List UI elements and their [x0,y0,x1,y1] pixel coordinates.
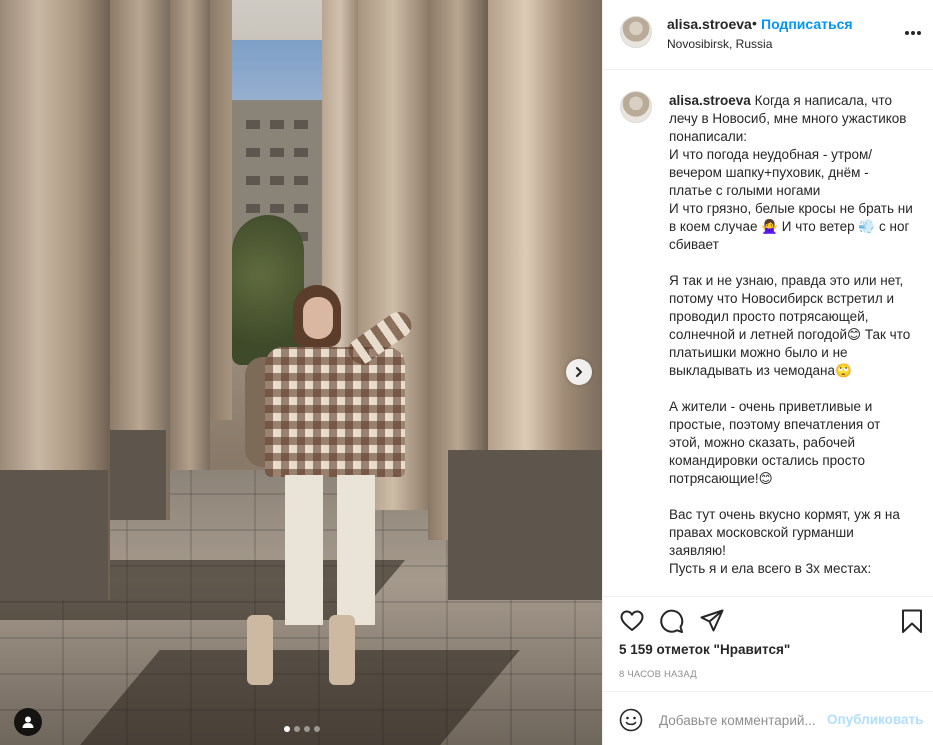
paper-plane-icon[interactable] [699,608,725,634]
column [210,0,232,420]
heart-icon[interactable] [619,608,645,634]
post-side-panel: alisa.stroeva • Подписаться Novosibirsk,… [602,0,933,745]
caption-paragraph: И что погода неудобная - утром/вечером ш… [669,147,873,198]
publish-button[interactable]: Опубликовать [827,712,923,727]
action-bar [603,600,933,640]
tagged-users-button[interactable] [14,708,42,736]
caption-text: alisa.stroeva Когда я написала, что лечу… [669,92,913,578]
carousel-dot [304,726,310,732]
avatar[interactable] [620,91,652,123]
next-photo-button[interactable] [566,359,592,385]
separator-dot: • [752,15,757,31]
caption-paragraph: А жители - очень приветливые и простые, … [669,399,881,486]
avatar[interactable] [620,16,652,48]
caption-paragraph: Пусть я и ела всего в 3х местах: [669,561,872,576]
caption-section: alisa.stroeva Когда я написала, что лечу… [603,70,933,597]
caption-paragraph: И что грязно, белые кросы не брать ни в … [669,201,913,252]
carousel-dot [294,726,300,732]
caption-paragraph: Вас тут очень вкусно кормят, уж я на пра… [669,507,900,558]
author-username[interactable]: alisa.stroeva [667,16,752,32]
column-base [110,430,166,520]
post-photo[interactable] [0,0,602,745]
more-options-button[interactable] [903,24,923,42]
post-timestamp[interactable]: 8 ЧАСОВ НАЗАД [619,669,697,680]
chevron-right-icon [576,367,582,377]
more-horizontal-icon [905,31,909,35]
caption-paragraph: Я так и не узнаю, правда это или нет, по… [669,273,911,378]
smiley-icon[interactable] [619,708,643,732]
bookmark-icon[interactable] [899,608,925,634]
follow-button[interactable]: Подписаться [761,16,853,32]
comment-form: Опубликовать [603,691,933,745]
post-header: alisa.stroeva • Подписаться Novosibirsk,… [603,0,933,70]
carousel-dot [314,726,320,732]
column-base [0,470,108,600]
location-link[interactable]: Novosibirsk, Russia [667,37,772,51]
comment-input[interactable] [659,710,823,730]
column [170,0,210,470]
woman-figure [245,285,435,685]
carousel-dot [284,726,290,732]
comment-icon[interactable] [659,608,685,634]
likes-count[interactable]: 5 159 отметок "Нравится" [619,642,790,657]
user-tag-icon [22,716,34,728]
column-base [448,450,602,600]
carousel-indicator [284,726,320,732]
caption-username[interactable]: alisa.stroeva [669,93,751,108]
